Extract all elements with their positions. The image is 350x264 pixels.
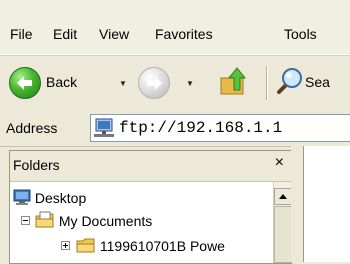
folder-icon: [76, 238, 95, 253]
my-documents-icon: [35, 211, 54, 228]
forward-dropdown-arrow[interactable]: ▼: [186, 79, 194, 88]
back-arrow-icon[interactable]: [9, 67, 41, 99]
up-folder-icon[interactable]: [218, 64, 248, 98]
search-button[interactable]: Sea: [305, 74, 330, 90]
menu-tools[interactable]: Tools: [284, 25, 317, 43]
tree-item-subfolder[interactable]: 1199610701B Powe: [76, 236, 225, 255]
scroll-thumb[interactable]: [274, 206, 292, 263]
tree-item-my-documents[interactable]: My Documents: [35, 211, 152, 230]
menu-view[interactable]: View: [99, 25, 129, 43]
folders-title: Folders: [13, 157, 60, 173]
expand-toggle[interactable]: [61, 241, 70, 250]
menu-favorites[interactable]: Favorites: [155, 25, 213, 43]
folders-scrollbar[interactable]: [273, 182, 292, 263]
tree-label-desktop: Desktop: [34, 190, 87, 206]
desktop-icon: [13, 189, 31, 205]
menu-bar: File Edit View Favorites Tools: [0, 0, 350, 55]
content-pane[interactable]: [303, 146, 350, 262]
address-input[interactable]: ftp://192.168.1.1: [90, 114, 350, 142]
toolbar-separator: [266, 66, 268, 100]
folders-pane: Folders × Desktop My Documents 119961070…: [9, 150, 292, 264]
tree-item-desktop[interactable]: Desktop: [13, 188, 86, 207]
address-value: ftp://192.168.1.1: [119, 119, 283, 137]
close-icon[interactable]: ×: [275, 154, 284, 172]
folders-header: Folders ×: [10, 151, 291, 182]
back-dropdown-arrow[interactable]: ▼: [119, 79, 127, 88]
back-button[interactable]: Back: [46, 74, 77, 90]
menu-file[interactable]: File: [10, 25, 33, 43]
network-folder-icon: [94, 118, 114, 137]
pane-splitter[interactable]: [291, 146, 303, 262]
address-label: Address: [6, 120, 58, 136]
search-magnifier-icon[interactable]: [275, 65, 305, 97]
standard-toolbar: Back ▼ ▼ Sea: [0, 55, 350, 109]
scroll-up-button[interactable]: [274, 188, 292, 205]
address-bar: Address ftp://192.168.1.1: [0, 108, 350, 147]
tree-label-subfolder: 1199610701B Powe: [99, 238, 225, 254]
menu-edit[interactable]: Edit: [53, 25, 77, 43]
forward-arrow-icon[interactable]: [138, 67, 170, 99]
tree-label-my-documents: My Documents: [58, 213, 153, 229]
collapse-toggle[interactable]: [21, 216, 30, 225]
